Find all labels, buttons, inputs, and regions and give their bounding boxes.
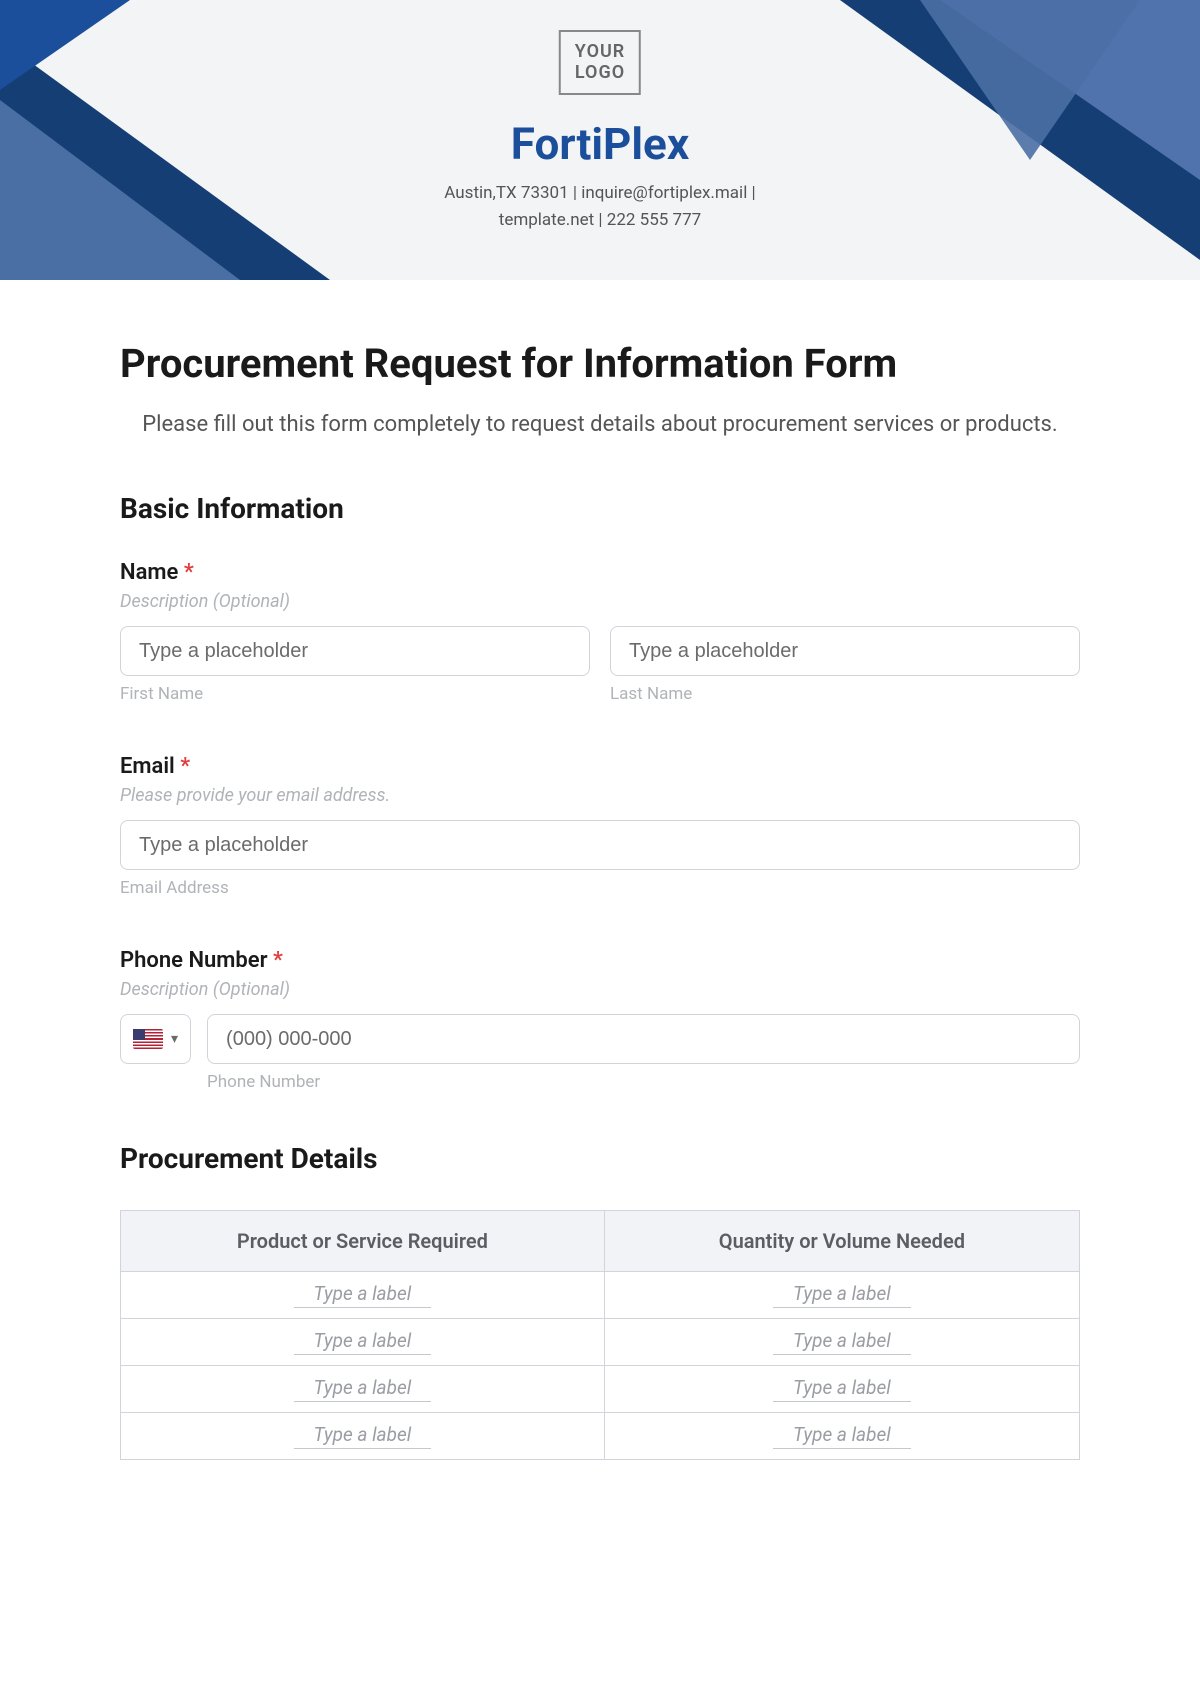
phone-label: Phone Number * [120,948,1080,973]
email-sublabel: Email Address [120,878,1080,898]
cell-placeholder-label: Type a label [773,1282,911,1308]
us-flag-icon [133,1029,163,1049]
name-label: Name * [120,560,1080,585]
cell-placeholder-label: Type a label [773,1423,911,1449]
logo-placeholder: YOUR LOGO [559,30,641,95]
required-mark: * [273,948,283,973]
table-cell[interactable]: Type a label [121,1272,605,1319]
field-name: Name * Description (Optional) First Name… [120,560,1080,704]
page-header: YOUR LOGO FortiPlex Austin,TX 73301 | in… [0,0,1200,280]
table-row: Type a label Type a label [121,1413,1080,1460]
form-content: Procurement Request for Information Form… [0,280,1200,1500]
table-cell[interactable]: Type a label [121,1319,605,1366]
cell-placeholder-label: Type a label [294,1329,432,1355]
cell-placeholder-label: Type a label [294,1423,432,1449]
table-cell[interactable]: Type a label [121,1366,605,1413]
phone-input[interactable] [207,1014,1080,1064]
name-description: Description (Optional) [120,591,1080,612]
last-name-sublabel: Last Name [610,684,1080,704]
chevron-down-icon: ▾ [171,1031,178,1047]
section-basic-information: Basic Information [120,492,1080,525]
cell-placeholder-label: Type a label [773,1376,911,1402]
table-header-product: Product or Service Required [121,1211,605,1272]
table-cell[interactable]: Type a label [604,1319,1079,1366]
table-row: Type a label Type a label [121,1319,1080,1366]
table-row: Type a label Type a label [121,1272,1080,1319]
field-phone: Phone Number * Description (Optional) ▾ … [120,948,1080,1092]
table-cell[interactable]: Type a label [121,1413,605,1460]
procurement-table: Product or Service Required Quantity or … [120,1210,1080,1460]
cell-placeholder-label: Type a label [294,1282,432,1308]
cell-placeholder-label: Type a label [773,1329,911,1355]
section-procurement-details: Procurement Details [120,1142,1080,1175]
required-mark: * [184,560,194,585]
table-cell[interactable]: Type a label [604,1272,1079,1319]
phone-description: Description (Optional) [120,979,1080,1000]
table-header-quantity: Quantity or Volume Needed [604,1211,1079,1272]
field-email: Email * Please provide your email addres… [120,754,1080,898]
first-name-sublabel: First Name [120,684,590,704]
first-name-input[interactable] [120,626,590,676]
table-cell[interactable]: Type a label [604,1366,1079,1413]
table-cell[interactable]: Type a label [604,1413,1079,1460]
country-code-select[interactable]: ▾ [120,1014,191,1064]
last-name-input[interactable] [610,626,1080,676]
table-row: Type a label Type a label [121,1366,1080,1413]
email-label: Email * [120,754,1080,779]
required-mark: * [180,754,190,779]
company-contact-info: Austin,TX 73301 | inquire@fortiplex.mail… [0,180,1200,234]
phone-sublabel: Phone Number [207,1072,1080,1092]
page-intro: Please fill out this form completely to … [120,407,1080,442]
company-name: FortiPlex [0,118,1200,170]
email-description: Please provide your email address. [120,785,1080,806]
email-input[interactable] [120,820,1080,870]
page-title: Procurement Request for Information Form [120,340,1080,387]
cell-placeholder-label: Type a label [294,1376,432,1402]
